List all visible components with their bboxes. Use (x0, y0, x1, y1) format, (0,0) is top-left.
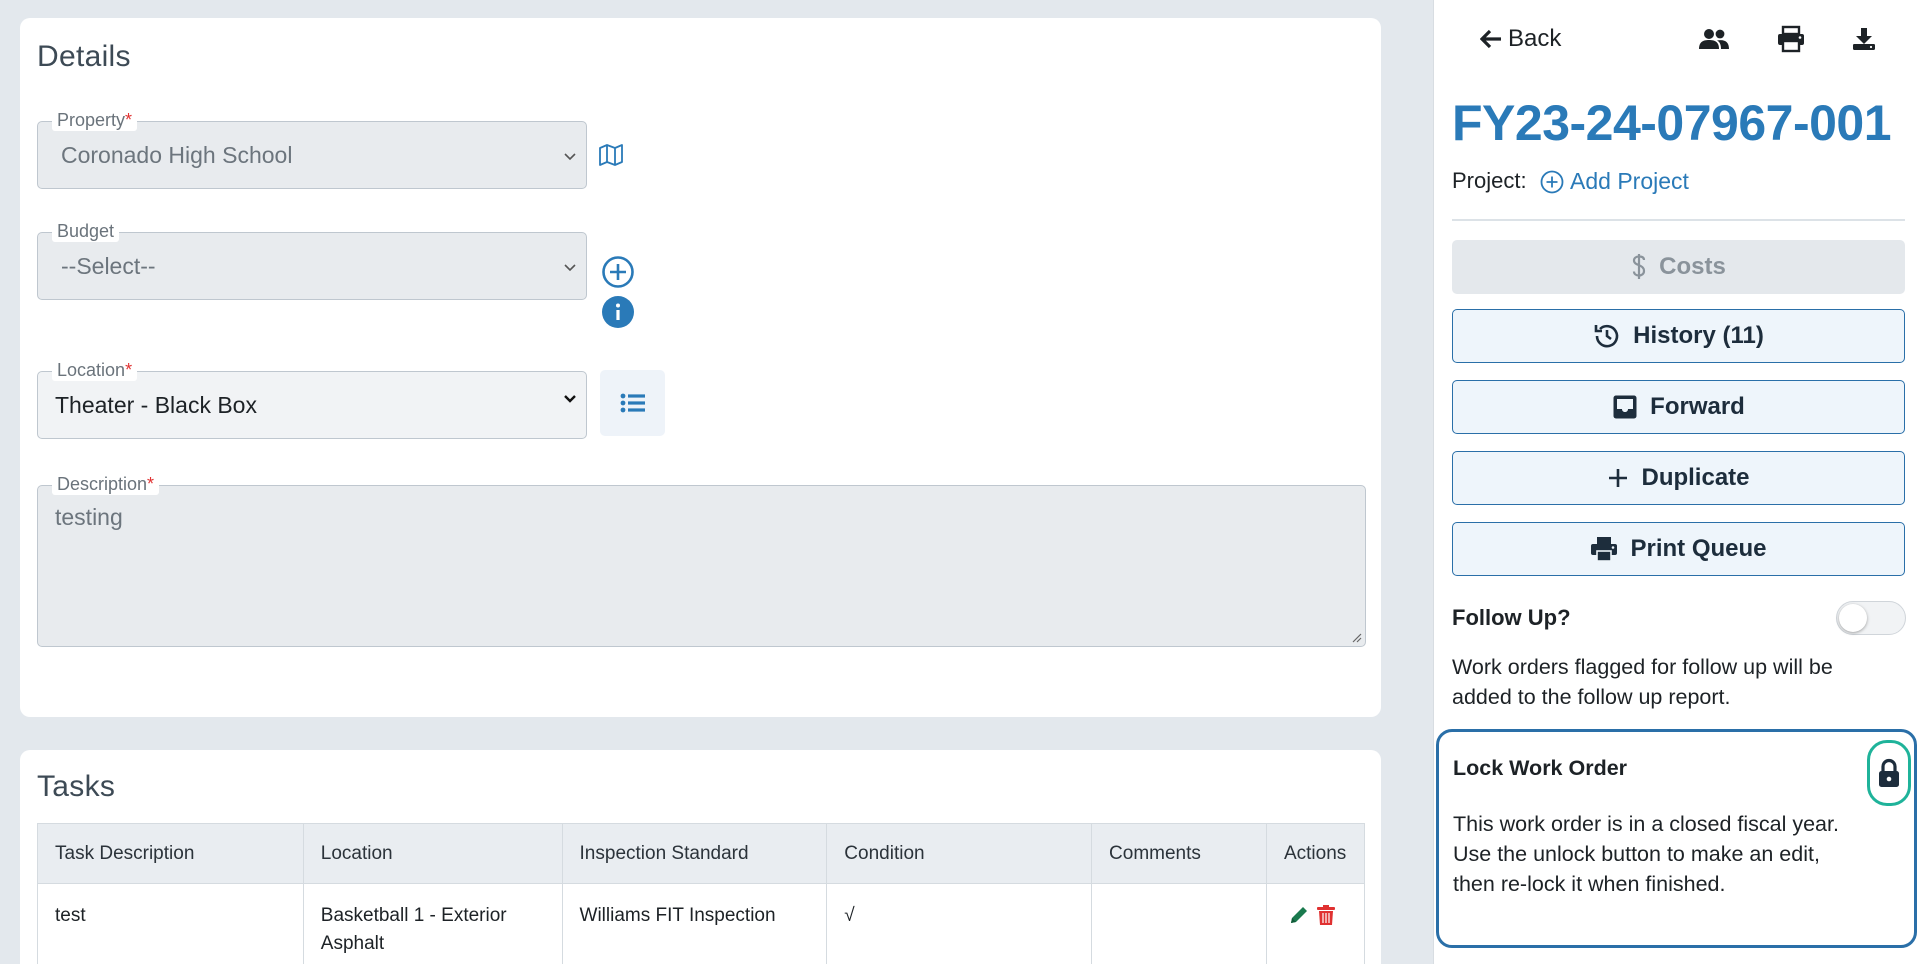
right-panel: Back FY23-24-07967-001 Project: Add Proj… (1433, 0, 1920, 964)
details-card: Details Property* Coronado High School B… (20, 18, 1381, 717)
costs-label: Costs (1659, 253, 1726, 280)
location-select[interactable]: Location* Theater - Black Box (37, 359, 587, 439)
cell-task-description: test (37, 883, 304, 964)
location-list-button[interactable] (600, 370, 665, 436)
edit-pencil-icon[interactable] (1288, 904, 1310, 926)
history-button[interactable]: History (11) (1452, 309, 1905, 363)
download-icon (1853, 28, 1875, 50)
duplicate-button[interactable]: Duplicate (1452, 451, 1905, 505)
cell-comments (1091, 883, 1267, 964)
cell-inspection-standard: Williams FIT Inspection (561, 883, 828, 964)
col-task-description[interactable]: Task Description (37, 823, 304, 884)
col-location[interactable]: Location (302, 823, 563, 884)
print-button[interactable] (1776, 22, 1806, 56)
location-value: Theater - Black Box (55, 392, 257, 418)
forward-label: Forward (1650, 393, 1745, 420)
printer-icon (1591, 537, 1618, 562)
follow-up-description: Work orders flagged for follow up will b… (1452, 655, 1833, 709)
description-textarea[interactable]: Description* testing (37, 473, 1366, 647)
back-label: Back (1508, 25, 1562, 52)
plus-circle-icon (1540, 170, 1564, 193)
budget-select[interactable]: Budget --Select-- (37, 220, 587, 300)
tasks-table: Task Description Location Inspection Sta… (37, 823, 1366, 964)
cell-location: Basketball 1 - Exterior Asphalt (302, 883, 563, 964)
history-icon (1594, 324, 1619, 348)
cell-actions (1265, 883, 1366, 964)
table-header-row: Task Description Location Inspection Sta… (37, 823, 1366, 884)
location-label: Location* (52, 359, 138, 381)
follow-up-label: Follow Up? (1452, 605, 1571, 630)
tasks-title: Tasks (37, 770, 116, 803)
add-project-label: Add Project (1570, 168, 1689, 194)
lock-work-order-box: Lock Work Order This work order is in a … (1436, 729, 1917, 948)
costs-button[interactable]: Costs (1452, 240, 1905, 294)
forward-button[interactable]: Forward (1452, 380, 1905, 434)
download-button[interactable] (1852, 22, 1876, 56)
add-budget-icon[interactable] (601, 255, 635, 289)
chevron-down-icon (564, 153, 576, 161)
info-icon[interactable] (601, 295, 635, 329)
printer-icon (1778, 25, 1804, 53)
cell-condition: √ (826, 883, 1093, 964)
property-label: Property* (52, 109, 138, 131)
users-icon (1699, 29, 1729, 49)
resize-handle-icon[interactable] (1350, 631, 1362, 643)
inbox-icon (1613, 395, 1637, 419)
col-condition[interactable]: Condition (826, 823, 1093, 884)
delete-trash-icon[interactable] (1316, 904, 1336, 926)
lock-toggle-button[interactable] (1867, 740, 1911, 806)
arrow-left-icon (1480, 29, 1501, 49)
list-icon (620, 393, 645, 413)
print-queue-button[interactable]: Print Queue (1452, 522, 1905, 576)
chevron-down-icon (564, 395, 576, 403)
history-label: History (11) (1633, 322, 1764, 349)
description-value: testing (55, 504, 123, 530)
print-queue-label: Print Queue (1630, 535, 1767, 562)
add-project-link[interactable]: Add Project (1540, 168, 1689, 195)
col-comments[interactable]: Comments (1091, 823, 1267, 884)
description-label: Description* (52, 473, 160, 495)
lock-description: This work order is in a closed fiscal ye… (1453, 812, 1839, 896)
budget-value: --Select-- (61, 253, 156, 279)
col-inspection-standard[interactable]: Inspection Standard (561, 823, 828, 884)
toggle-knob (1839, 604, 1867, 632)
details-title: Details (37, 40, 131, 73)
duplicate-label: Duplicate (1641, 464, 1750, 491)
map-icon[interactable] (596, 140, 626, 170)
table-row: test Basketball 1 - Exterior Asphalt Wil… (37, 883, 1366, 964)
tasks-card: Tasks Task Description Location Inspecti… (20, 750, 1381, 964)
chevron-down-icon (564, 264, 576, 272)
lock-title: Lock Work Order (1453, 756, 1628, 780)
property-value: Coronado High School (61, 142, 293, 168)
plus-icon (1609, 469, 1628, 487)
lock-icon (1879, 758, 1899, 787)
back-button[interactable]: Back (1480, 22, 1561, 56)
col-actions: Actions (1265, 823, 1366, 884)
work-order-id: FY23-24-07967-001 (1452, 95, 1892, 151)
divider (1452, 219, 1905, 221)
follow-up-toggle[interactable] (1836, 601, 1906, 635)
property-select[interactable]: Property* Coronado High School (37, 109, 587, 189)
users-button[interactable] (1698, 22, 1730, 56)
budget-label: Budget (52, 220, 120, 242)
project-label: Project: (1452, 168, 1527, 193)
dollar-icon (1633, 254, 1646, 279)
